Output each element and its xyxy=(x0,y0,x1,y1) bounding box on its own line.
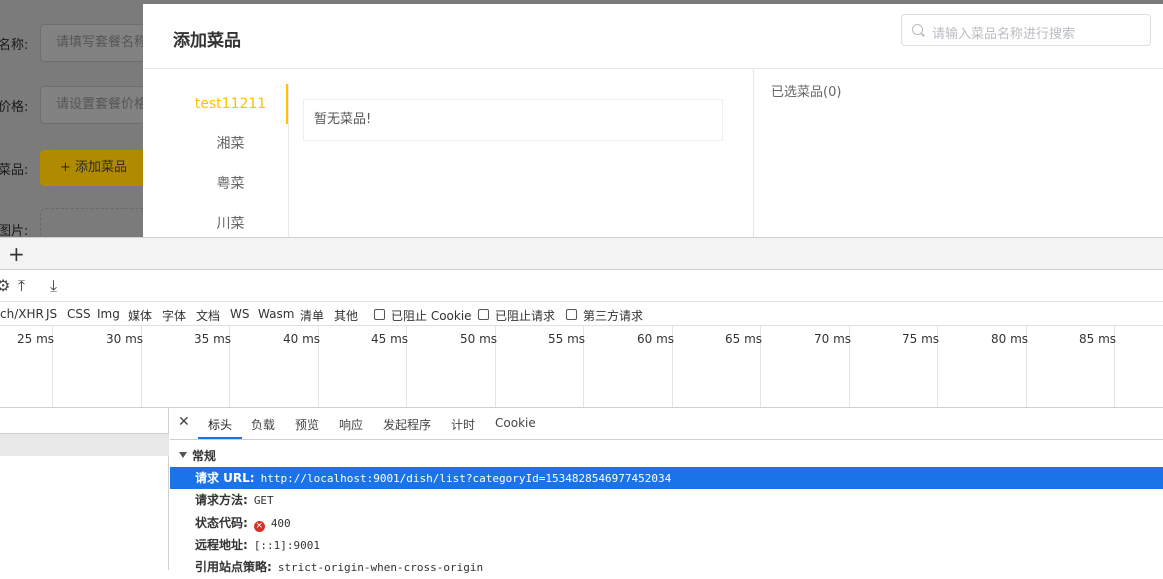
referrer-policy-value: strict-origin-when-cross-origin xyxy=(277,561,484,574)
category-item[interactable]: 湘菜 xyxy=(143,124,288,164)
timeline-tick-label: 80 ms xyxy=(991,332,1029,346)
search-icon xyxy=(912,24,923,35)
image-row: 图片: xyxy=(0,209,29,238)
blocked-requests-label: 已阻止请求 xyxy=(495,309,556,323)
detail-tabs: ✕ 标头 负载 预览 响应 发起程序 计时 Cookie xyxy=(170,407,1163,440)
filter-img[interactable]: Img xyxy=(97,307,120,321)
active-category-indicator xyxy=(286,84,288,124)
request-method-key: 请求方法: xyxy=(195,493,248,507)
tab-initiator[interactable]: 发起程序 xyxy=(383,416,431,433)
filter-other[interactable]: 其他 xyxy=(334,307,358,324)
blocked-cookie-label: 已阻止 Cookie xyxy=(391,309,472,323)
request-url-value: http://localhost:9001/dish/list?category… xyxy=(260,472,672,485)
selected-dishes-title: 已选菜品(0) xyxy=(771,85,842,100)
dialog-header: 添加菜品 请输入菜品名称进行搜索 xyxy=(143,4,1163,69)
filter-manifest[interactable]: 清单 xyxy=(300,307,324,324)
timeline-tick-label: 65 ms xyxy=(725,332,763,346)
status-code-key: 状态代码: xyxy=(195,516,248,530)
name-label: 名称: xyxy=(0,37,29,53)
page-overlay: 名称: 请填写套餐名称 价格: 请设置套餐价格 菜品: + 添加菜品 图片: 添… xyxy=(0,0,1163,237)
price-row: 价格: 请设置套餐价格 xyxy=(0,85,160,125)
tab-preview[interactable]: 预览 xyxy=(295,416,319,433)
add-dish-button[interactable]: + 添加菜品 xyxy=(40,150,150,186)
timeline-tick-label: 55 ms xyxy=(548,332,586,346)
devtools-panel: + ⚙ ⤒ ⤓ ch/XHR JS CSS Img 媒体 字体 文档 WS Wa… xyxy=(0,237,1163,574)
tab-cookies[interactable]: Cookie xyxy=(495,416,536,430)
name-input[interactable]: 请填写套餐名称 xyxy=(40,24,160,62)
timeline-tick-label: 45 ms xyxy=(371,332,409,346)
image-upload-box[interactable] xyxy=(40,208,160,237)
referrer-policy-row: 引用站点策略: strict-origin-when-cross-origin xyxy=(170,556,1163,578)
third-party-checkbox[interactable] xyxy=(566,309,577,320)
image-label: 图片: xyxy=(0,223,29,238)
price-label: 价格: xyxy=(0,99,29,115)
timeline-tick-label: 35 ms xyxy=(194,332,232,346)
filter-wasm[interactable]: Wasm xyxy=(258,307,294,321)
request-method-value: GET xyxy=(253,494,274,507)
remote-address-row: 远程地址: [::1]:9001 xyxy=(170,534,1163,556)
referrer-policy-key: 引用站点策略: xyxy=(195,560,272,574)
category-item[interactable]: 川菜 xyxy=(143,204,288,237)
status-code-value: 400 xyxy=(270,517,291,530)
filter-fetch-xhr[interactable]: ch/XHR xyxy=(0,307,44,321)
devtools-tabbar: + xyxy=(0,237,1163,270)
error-icon: × xyxy=(253,521,265,532)
selected-request-row[interactable] xyxy=(0,434,169,456)
tab-response[interactable]: 响应 xyxy=(339,416,363,433)
settings-icon[interactable]: ⚙ xyxy=(0,276,10,295)
filter-bar: ch/XHR JS CSS Img 媒体 字体 文档 WS Wasm 清单 其他… xyxy=(0,302,1163,326)
timeline-tick-label: 85 ms xyxy=(1079,332,1117,346)
request-url-row[interactable]: 请求 URL: http://localhost:9001/dish/list?c… xyxy=(170,467,1163,489)
request-list xyxy=(0,407,169,570)
plus-icon[interactable]: + xyxy=(8,242,25,266)
request-method-row: 请求方法: GET xyxy=(170,489,1163,511)
dish-search-input[interactable]: 请输入菜品名称进行搜索 xyxy=(901,14,1151,46)
download-icon[interactable]: ⤓ xyxy=(50,276,57,296)
add-dish-dialog: 添加菜品 请输入菜品名称进行搜索 test11211 湘菜 粤菜 川菜 暂无菜品… xyxy=(143,4,1163,237)
remote-address-key: 远程地址: xyxy=(195,538,248,552)
network-timeline: 25 ms 30 ms 35 ms 40 ms 45 ms 50 ms 55 ms 60 ms… xyxy=(0,326,1163,408)
status-code-row: 状态代码: × 400 xyxy=(170,512,1163,534)
tab-headers[interactable]: 标头 xyxy=(208,416,232,433)
close-icon[interactable]: ✕ xyxy=(178,414,190,430)
filter-css[interactable]: CSS xyxy=(67,307,91,321)
active-tab-underline xyxy=(198,437,242,439)
dialog-title: 添加菜品 xyxy=(173,31,241,51)
panel-divider xyxy=(753,69,754,237)
category-item[interactable]: 粤菜 xyxy=(143,164,288,204)
dish-row: 菜品: xyxy=(0,148,28,188)
timeline-tick-label: 75 ms xyxy=(902,332,940,346)
blocked-cookie-checkbox[interactable] xyxy=(374,309,385,320)
section-title[interactable]: 常规 xyxy=(192,447,216,464)
tab-payload[interactable]: 负载 xyxy=(251,416,275,433)
request-detail-area: ✕ 标头 负载 预览 响应 发起程序 计时 Cookie 常规 请求 URL: h… xyxy=(0,407,1163,574)
filter-ws[interactable]: WS xyxy=(230,307,249,321)
timeline-tick-label: 70 ms xyxy=(814,332,852,346)
search-placeholder: 请输入菜品名称进行搜索 xyxy=(932,27,1076,42)
collapse-triangle-icon[interactable] xyxy=(179,452,187,458)
dish-label: 菜品: xyxy=(0,162,29,178)
request-url-key: 请求 URL: xyxy=(195,471,255,485)
remote-address-value: [::1]:9001 xyxy=(253,539,321,552)
timeline-tick-label: 40 ms xyxy=(283,332,321,346)
filter-font[interactable]: 字体 xyxy=(162,307,186,324)
request-list-header xyxy=(0,407,169,434)
filter-js[interactable]: JS xyxy=(46,307,57,321)
third-party-label: 第三方请求 xyxy=(583,309,644,323)
upload-icon[interactable]: ⤒ xyxy=(18,276,25,296)
price-input[interactable]: 请设置套餐价格 xyxy=(40,86,160,124)
category-divider xyxy=(288,84,289,237)
blocked-requests-checkbox[interactable] xyxy=(478,309,489,320)
filter-media[interactable]: 媒体 xyxy=(128,307,152,324)
tab-timing[interactable]: 计时 xyxy=(451,416,475,433)
filter-doc[interactable]: 文档 xyxy=(196,307,220,324)
name-row: 名称: 请填写套餐名称 xyxy=(0,23,160,63)
empty-dish-message: 暂无菜品! xyxy=(303,99,723,141)
category-item[interactable]: test11211 xyxy=(143,84,288,124)
timeline-tick-label: 25 ms xyxy=(17,332,55,346)
timeline-tick-label: 60 ms xyxy=(637,332,675,346)
network-toolbar: ⚙ ⤒ ⤓ xyxy=(0,270,1163,302)
timeline-tick-label: 30 ms xyxy=(106,332,144,346)
timeline-tick-label: 50 ms xyxy=(460,332,498,346)
